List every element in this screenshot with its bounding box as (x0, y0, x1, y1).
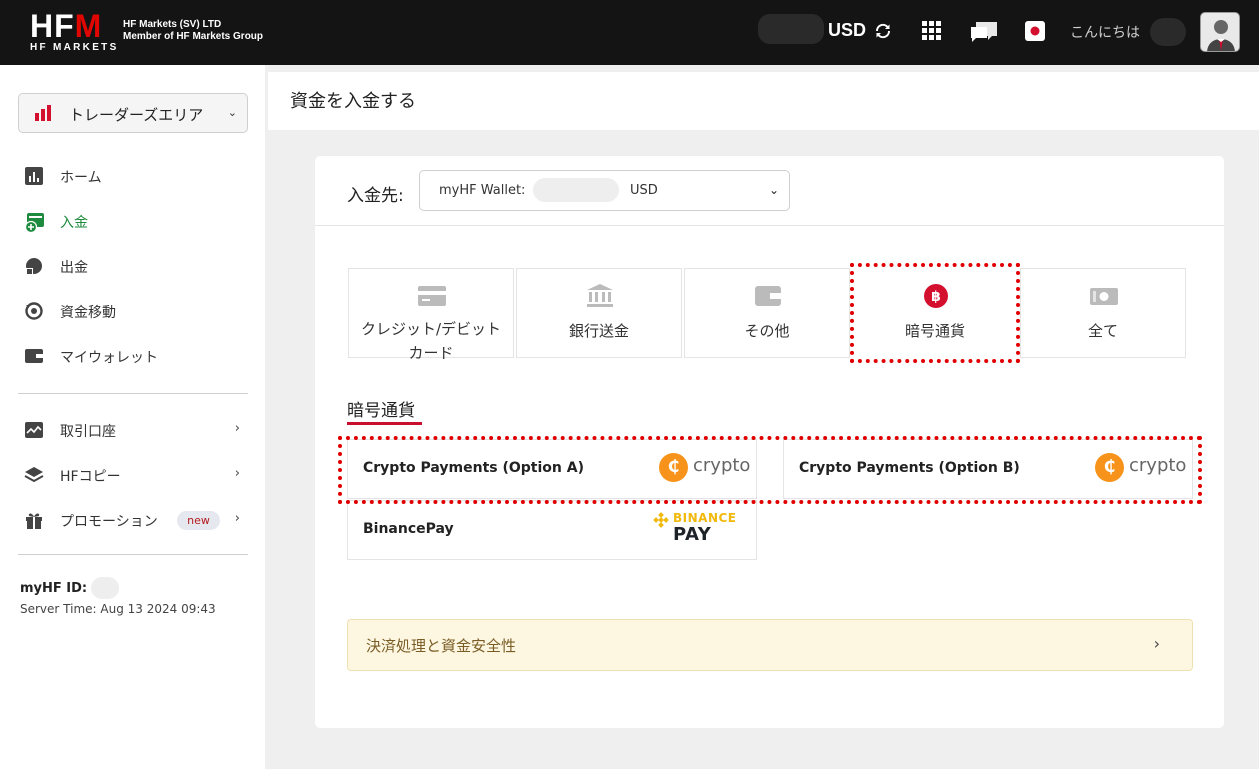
sidebar-item-my-wallet[interactable]: マイウォレット (24, 344, 246, 368)
method-binance-pay[interactable]: BinancePay BINANCE PAY (347, 500, 757, 560)
tab-label: クレジット/デビットカード (360, 320, 502, 362)
currency-label: USD (828, 20, 867, 40)
sidebar-item-promotions[interactable]: プロモーション new › (24, 508, 246, 532)
method-label: BinancePay (363, 521, 454, 537)
greeting-text: こんにちは (1070, 25, 1140, 41)
sidebar-item-label: 入金 (60, 215, 88, 231)
chevron-right-icon: › (234, 466, 240, 481)
myhf-id-redacted (91, 577, 119, 599)
balance-redacted (758, 14, 824, 44)
destination-label: 入金先: (347, 186, 404, 206)
tab-credit-card[interactable]: クレジット/デビットカード (348, 268, 514, 362)
sidebar-item-label: マイウォレット (60, 350, 158, 366)
sidebar-item-label: HFコピー (60, 469, 121, 485)
entity-info: HF Markets (SV) LTD Member of HF Markets… (123, 19, 263, 43)
wallet-id-redacted (533, 178, 619, 202)
sidebar: トレーダーズエリア ⌄ ホーム 入金 出金 資金移動 マイウォレット 取引口座 … (0, 65, 265, 769)
sidebar-item-label: 資金移動 (60, 305, 116, 321)
hfm-logo[interactable]: HFM HF MARKETS (30, 10, 119, 53)
section-title: 暗号通貨 (347, 401, 415, 421)
withdraw-icon (24, 256, 44, 276)
tab-all[interactable]: 全て (1020, 268, 1186, 358)
tab-label: 銀行送金 (568, 322, 629, 340)
chevron-right-icon: › (234, 511, 240, 526)
myhf-id-label: myHF ID: (20, 581, 88, 596)
sidebar-item-label: 取引口座 (60, 424, 116, 440)
apps-grid-icon[interactable] (922, 21, 942, 45)
entity-line1: HF Markets (SV) LTD (123, 19, 222, 30)
cash-icon (1089, 283, 1119, 309)
traders-area-dropdown[interactable]: トレーダーズエリア ⌄ (18, 93, 248, 133)
new-badge: new (177, 511, 220, 530)
credit-card-icon (417, 283, 447, 309)
sidebar-item-withdraw[interactable]: 出金 (24, 254, 246, 278)
bar-chart-icon (35, 105, 51, 125)
logo-mark: HFM (30, 8, 103, 44)
section-underline (347, 422, 422, 425)
tab-label: その他 (744, 322, 790, 340)
layers-icon (24, 465, 44, 485)
notice-label: 決済処理と資金安全性 (366, 637, 517, 655)
gift-icon (24, 510, 44, 530)
entity-line2: Member of HF Markets Group (123, 31, 264, 42)
traders-area-label: トレーダーズエリア (69, 106, 204, 124)
sidebar-item-home[interactable]: ホーム (24, 164, 246, 188)
sidebar-item-hf-copy[interactable]: HFコピー › (24, 463, 246, 487)
payment-safety-notice[interactable]: 決済処理と資金安全性 › (347, 619, 1193, 671)
binance-icon (653, 512, 669, 532)
sidebar-item-deposit[interactable]: 入金 (24, 209, 246, 234)
chevron-down-icon: ⌄ (227, 106, 237, 119)
refresh-icon[interactable] (872, 20, 894, 46)
chevron-down-icon: ⌄ (768, 183, 779, 197)
username-redacted (1150, 18, 1186, 46)
crypto-tab-highlight (850, 263, 1020, 363)
wallet-currency: USD (630, 183, 658, 198)
sidebar-divider (18, 554, 248, 555)
chevron-right-icon: › (1153, 634, 1160, 653)
binance-logo-line1: BINANCE (673, 511, 737, 525)
tab-bank-transfer[interactable]: 銀行送金 (516, 268, 682, 358)
deposit-wallet-icon (24, 211, 44, 234)
trading-account-icon (24, 420, 44, 440)
sidebar-item-trading-accounts[interactable]: 取引口座 › (24, 418, 246, 442)
wallet-label: myHF Wallet: (439, 183, 526, 198)
wallet-icon (24, 346, 44, 366)
bank-icon (585, 283, 615, 309)
tab-label: 全て (1087, 322, 1118, 340)
tab-other[interactable]: その他 (684, 268, 850, 358)
sidebar-item-label: プロモーション (60, 514, 158, 530)
sidebar-divider (18, 393, 248, 394)
wallet-icon (753, 283, 783, 309)
page-title: 資金を入金する (290, 91, 416, 112)
crypto-methods-highlight (338, 436, 1202, 504)
sidebar-item-label: 出金 (60, 260, 88, 276)
chart-icon (24, 166, 44, 186)
sidebar-item-label: ホーム (60, 170, 102, 186)
wallet-select[interactable]: myHF Wallet: USD ⌄ (419, 170, 790, 211)
page-header: 資金を入金する (268, 72, 1259, 130)
top-bar: HFM HF MARKETS HF Markets (SV) LTD Membe… (0, 0, 1259, 65)
deposit-card: 入金先: myHF Wallet: USD ⌄ クレジット/デビットカード 銀行… (315, 156, 1224, 728)
binance-logo-line2: PAY (673, 524, 712, 545)
card-divider (315, 225, 1224, 226)
chat-icon[interactable] (969, 20, 999, 48)
chevron-right-icon: › (234, 421, 240, 436)
transfer-icon (24, 301, 44, 321)
logo-subtext: HF MARKETS (30, 42, 119, 53)
binance-pay-logo: BINANCE PAY (653, 511, 743, 547)
server-time: Server Time: Aug 13 2024 09:43 (20, 602, 216, 616)
japan-flag-icon[interactable] (1025, 21, 1045, 45)
sidebar-item-transfer[interactable]: 資金移動 (24, 299, 246, 323)
user-avatar[interactable] (1200, 12, 1240, 52)
